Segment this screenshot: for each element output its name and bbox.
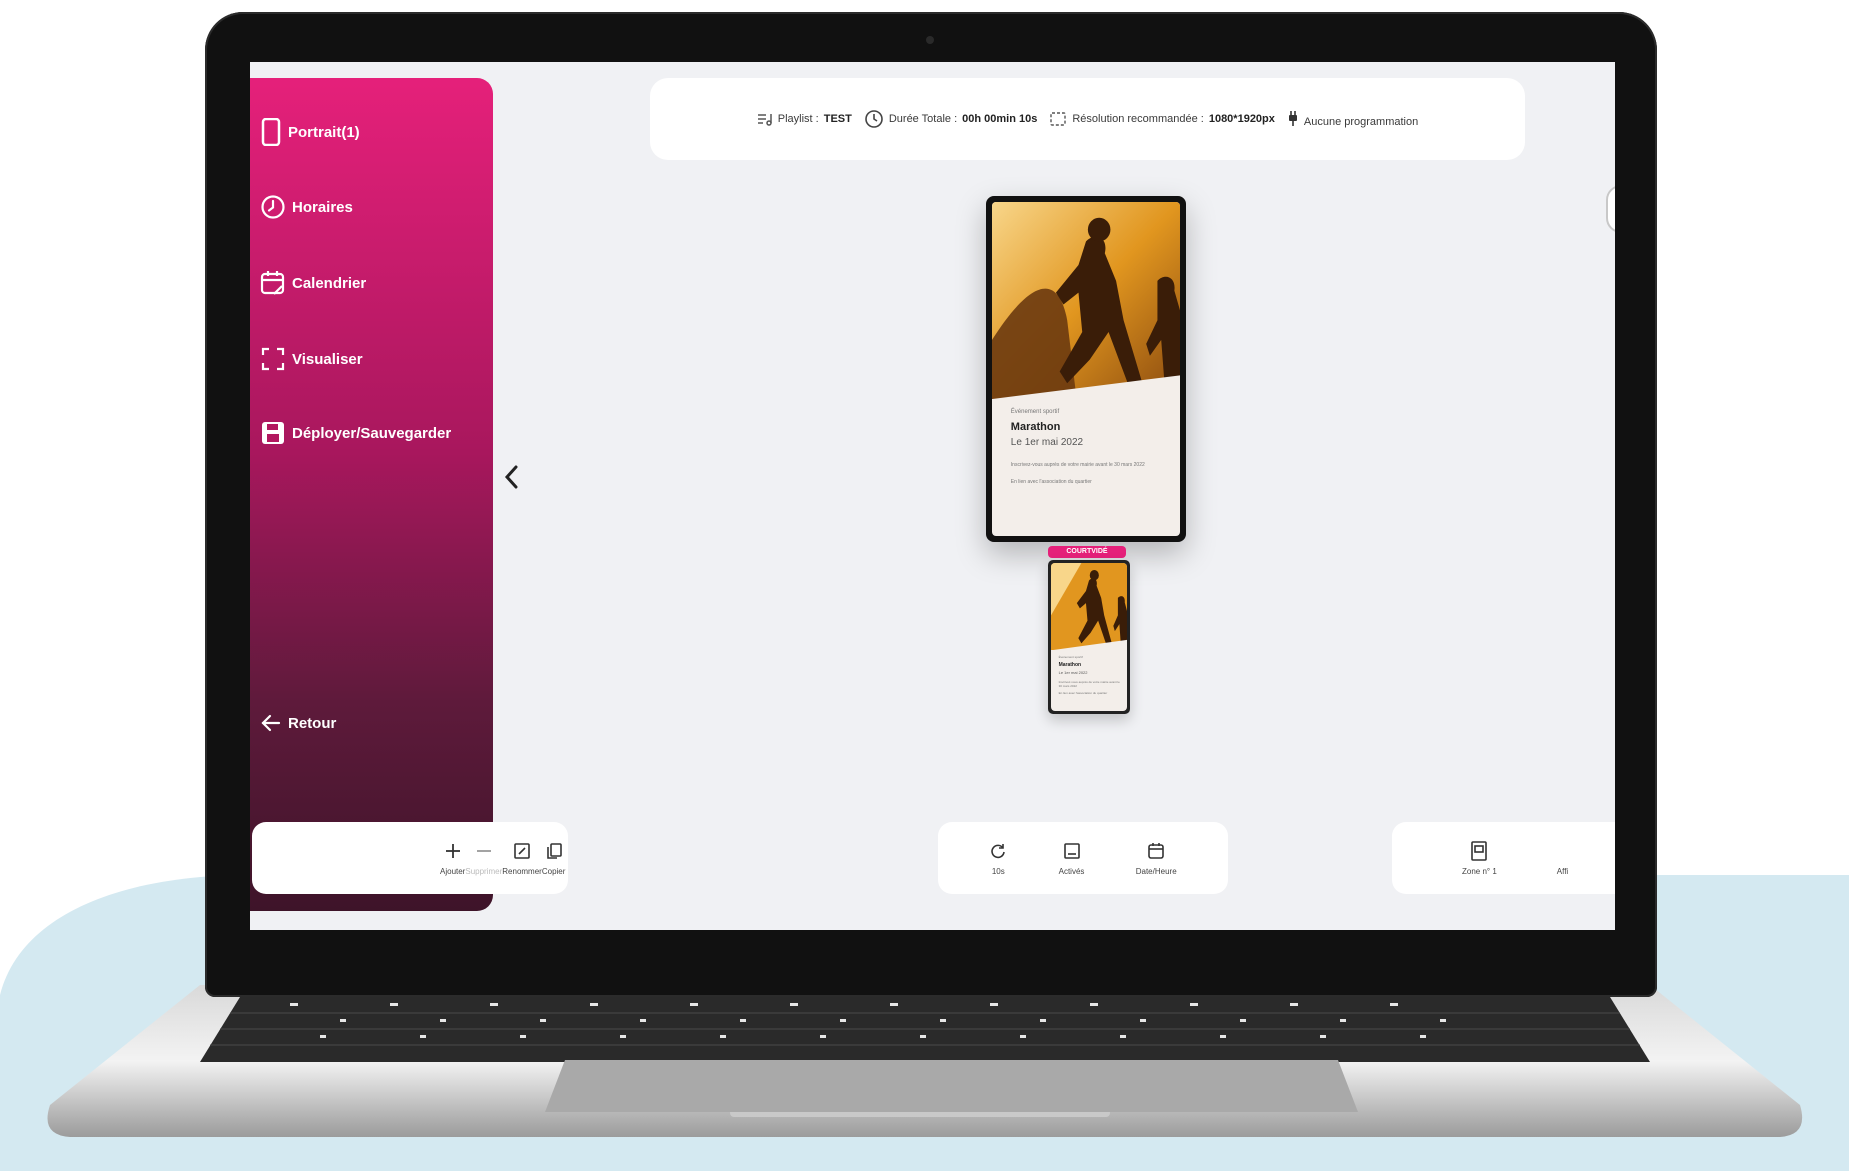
- thumbnail-poster: Événement sportif Marathon Le 1er mai 20…: [1051, 563, 1127, 711]
- poster-footer: En lien avec l'association du quartier: [1010, 479, 1092, 486]
- slide-preview: Événement sportif Marathon Le 1er mai 20…: [986, 196, 1186, 542]
- duration-label: Durée Totale :: [888, 113, 958, 125]
- resolution-value: 1080*1920px: [1208, 113, 1275, 125]
- calendar-icon: [1148, 842, 1164, 859]
- resolution-icon: [1050, 112, 1067, 126]
- copy-button[interactable]: Copier: [541, 841, 566, 876]
- activated-label: Activés: [1058, 866, 1085, 876]
- playlist-label: Playlist :: [777, 113, 819, 125]
- clock-icon: [261, 195, 285, 219]
- delete-button[interactable]: Supprimer: [465, 841, 502, 876]
- phone-portrait-icon: [261, 118, 281, 146]
- calendar-edit-icon: [260, 271, 285, 295]
- sidebar-item-label: Visualiser: [292, 350, 363, 368]
- slide-thumbnail[interactable]: Événement sportif Marathon Le 1er mai 20…: [1048, 560, 1130, 714]
- webcam: [926, 36, 934, 44]
- back-label: Retour: [288, 714, 337, 732]
- poster-text: Événement sportif Marathon Le 1er mai 20…: [1011, 409, 1169, 485]
- schedule-text: Aucune programmation: [1303, 116, 1419, 128]
- app-screen: Portrait(1) Horaires Calendrier Visualis…: [250, 62, 1615, 930]
- playlist-info-bar: Playlist : TEST Durée Totale : 00h 00min 1…: [650, 78, 1525, 160]
- add-label: Ajouter: [440, 866, 466, 876]
- zone-button[interactable]: Zone n° 1: [1462, 840, 1497, 876]
- sidebar-item-calendrier[interactable]: Calendrier: [260, 270, 366, 296]
- refresh-icon: [991, 843, 1006, 858]
- duration-label: 10s: [991, 866, 1005, 876]
- plus-icon: [445, 843, 460, 858]
- power-plug-icon: [1288, 111, 1297, 126]
- playlist-icon: [757, 114, 772, 126]
- thumbnail-tag: COURTVIDÉ: [1048, 546, 1126, 558]
- zone-icon: [1471, 840, 1488, 861]
- playlist-info: Playlist : TEST: [757, 112, 852, 126]
- poster-title: Marathon: [1010, 421, 1061, 434]
- activated-button[interactable]: Activés: [1058, 841, 1085, 876]
- thumbnail-category: Événement sportif: [1058, 654, 1083, 659]
- sidebar-item-label: Calendrier: [292, 274, 367, 292]
- sidebar-item-deployer[interactable]: Déployer/Sauvegarder: [260, 420, 451, 446]
- sidebar-item-horaires[interactable]: Horaires: [260, 194, 353, 220]
- display-button[interactable]: Affi: [1557, 841, 1568, 876]
- sidebar: Portrait(1) Horaires Calendrier Visualis…: [250, 78, 493, 911]
- datetime-label: Date/Heure: [1135, 866, 1177, 876]
- duration-button[interactable]: 10s: [989, 841, 1007, 876]
- slide-settings-toolbar: 10s Activés Date/Heure: [938, 822, 1228, 894]
- delete-label: Supprimer: [465, 866, 503, 876]
- zone-toolbar: Zone n° 1 Affi: [1392, 822, 1615, 894]
- thumbnail-title: Marathon: [1058, 661, 1082, 668]
- arrow-left-icon: [261, 714, 281, 732]
- sidebar-item-visualiser[interactable]: Visualiser: [260, 346, 363, 372]
- poster-category: Événement sportif: [1010, 409, 1060, 416]
- sidebar-item-label: Portrait(1): [288, 123, 360, 141]
- playlist-value: TEST: [823, 113, 852, 125]
- resolution-label: Résolution recommandée :: [1072, 113, 1204, 125]
- poster-body: Inscrivez-vous auprès de votre mairie av…: [1010, 462, 1145, 469]
- right-panel-handle[interactable]: [1606, 185, 1615, 233]
- image-icon: [1063, 842, 1080, 859]
- duration-info: Durée Totale : 00h 00min 10s: [864, 109, 1038, 129]
- rename-label: Renommer: [502, 866, 542, 876]
- minus-icon: [476, 849, 491, 852]
- copy-label: Copier: [541, 866, 566, 876]
- collapse-sidebar-icon[interactable]: [500, 462, 524, 492]
- zone-label: Zone n° 1: [1462, 866, 1497, 876]
- datetime-button[interactable]: Date/Heure: [1136, 841, 1177, 876]
- thumbnail-footer: En lien avec l'association du quartier: [1058, 690, 1108, 695]
- resolution-info: Résolution recommandée : 1080*1920px: [1049, 111, 1275, 127]
- schedule-info: Aucune programmation: [1287, 110, 1418, 128]
- edit-icon: [514, 842, 530, 859]
- runners-image: [992, 202, 1180, 400]
- duration-value: 00h 00min 10s: [962, 113, 1038, 125]
- fullscreen-icon: [261, 347, 285, 371]
- laptop-keyboard: [200, 997, 1650, 1062]
- sidebar-item-label: Horaires: [292, 198, 353, 216]
- product-mockup: Portrait(1) Horaires Calendrier Visualis…: [0, 0, 1849, 1171]
- copy-icon: [546, 842, 562, 859]
- add-button[interactable]: Ajouter: [440, 841, 465, 876]
- timer-icon: [865, 110, 883, 128]
- poster: Événement sportif Marathon Le 1er mai 20…: [992, 202, 1180, 536]
- laptop-trackpad: [545, 1060, 1358, 1112]
- back-button[interactable]: Retour: [260, 712, 336, 734]
- thumbnail-date: Le 1er mai 2022: [1058, 669, 1088, 675]
- display-label: Affi: [1556, 866, 1569, 876]
- rename-button[interactable]: Renommer: [502, 841, 542, 876]
- sidebar-item-label: Déployer/Sauvegarder: [292, 424, 452, 442]
- poster-date: Le 1er mai 2022: [1010, 437, 1084, 449]
- thumbnail-text: Événement sportif Marathon Le 1er mai 20…: [1059, 655, 1123, 695]
- runners-thumbnail-image: [1051, 563, 1127, 651]
- edit-toolbar: Ajouter Supprimer Renommer Copier: [252, 822, 568, 894]
- save-icon: [262, 422, 284, 444]
- sidebar-item-portrait[interactable]: Portrait(1): [260, 118, 360, 146]
- thumbnail-body: Inscrivez-vous auprès de votre mairie av…: [1058, 679, 1120, 688]
